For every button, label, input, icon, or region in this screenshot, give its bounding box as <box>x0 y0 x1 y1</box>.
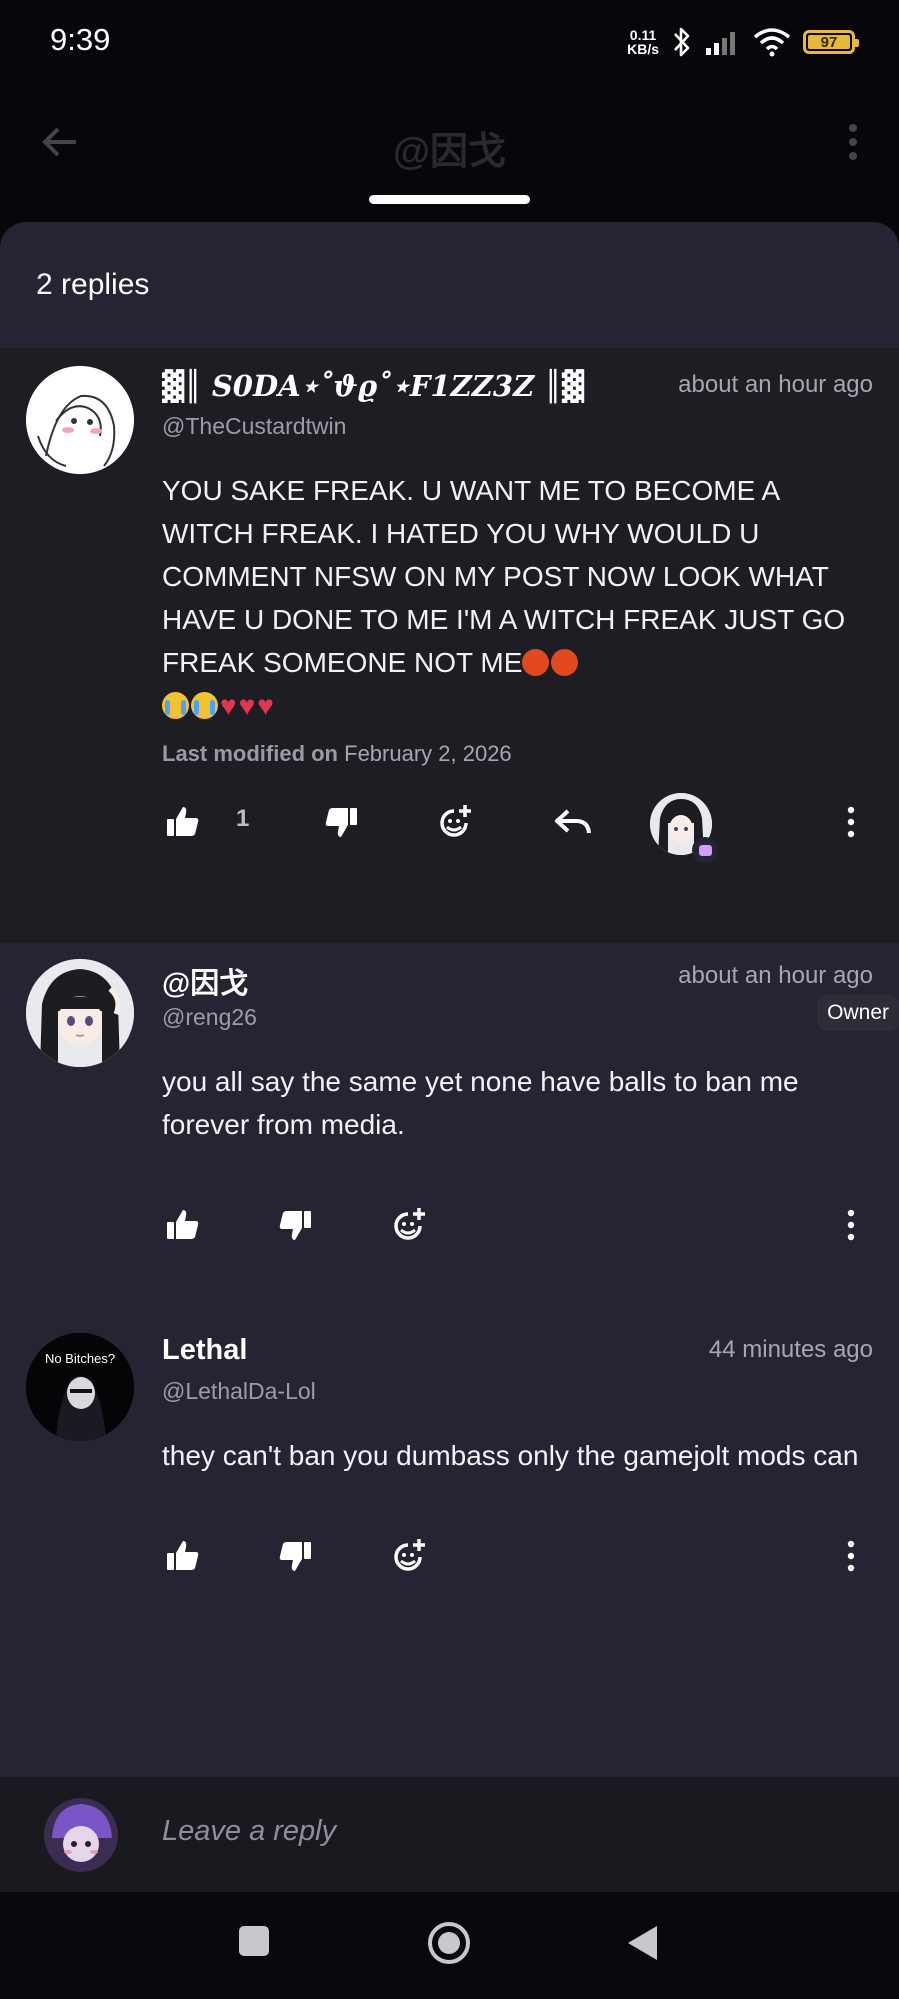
avatar-caption: No Bitches? <box>45 1351 115 1366</box>
comment-header: @因戈 about an hour ago <box>162 960 873 1002</box>
reply-arrow-icon <box>555 809 591 834</box>
comment-actions <box>162 1170 873 1280</box>
comment-body: YOU SAKE FREAK. U WANT ME TO BECOME A WI… <box>162 469 873 727</box>
status-bar: 9:39 0.11 KB/s 97 <box>0 0 899 80</box>
reply-button[interactable] <box>554 803 592 841</box>
comment-item: No Bitches? Lethal 44 minutes ago @Letha… <box>0 1319 899 1699</box>
comment-timestamp: about an hour ago <box>678 962 873 989</box>
like-button[interactable] <box>164 803 202 841</box>
more-menu-icon[interactable] <box>847 122 859 162</box>
add-reaction-button[interactable] <box>436 803 474 841</box>
more-vertical-icon <box>847 806 855 838</box>
author-handle[interactable]: @reng26 <box>162 1004 873 1038</box>
reply-bar: Leave a reply <box>0 1777 899 1892</box>
author-handle[interactable]: @LethalDa-Lol <box>162 1378 873 1412</box>
reply-input[interactable]: Leave a reply <box>162 1815 336 1848</box>
more-vertical-icon <box>847 1540 855 1572</box>
author-name[interactable]: ▓║ S0DA⋆˚ϑϱ˚⋆F1ZZ3Z ║▓ <box>162 369 584 403</box>
like-button[interactable] <box>164 1537 202 1575</box>
comment-actions <box>162 1501 873 1611</box>
more-options-button[interactable] <box>832 803 870 841</box>
back-triangle-icon[interactable] <box>625 1924 659 1962</box>
wifi-icon <box>753 28 791 57</box>
comment-timestamp: 44 minutes ago <box>708 1336 873 1363</box>
add-reaction-button[interactable] <box>390 1537 428 1575</box>
avatar[interactable]: No Bitches? <box>26 1333 134 1441</box>
modified-date: February 2, 2026 <box>344 741 512 766</box>
author-name[interactable]: @因戈 <box>162 968 248 1000</box>
comment-text: YOU SAKE FREAK. U WANT ME TO BECOME A WI… <box>162 475 846 678</box>
crying-emoji-icon <box>162 692 189 719</box>
status-icons: 0.11 KB/s 97 <box>627 22 859 62</box>
like-count: 1 <box>236 805 250 832</box>
dislike-button[interactable] <box>276 1537 314 1575</box>
replier-badge-icon <box>692 837 718 863</box>
thumbs-down-icon <box>279 1542 311 1571</box>
more-options-button[interactable] <box>832 1537 870 1575</box>
thumbs-down-icon <box>325 808 357 837</box>
angry-emoji-icon <box>551 649 579 676</box>
add-reaction-button[interactable] <box>390 1206 428 1244</box>
thumbs-down-icon <box>279 1211 311 1240</box>
modified-label: Last modified on <box>162 741 338 766</box>
comment-header: ▓║ S0DA⋆˚ϑϱ˚⋆F1ZZ3Z ║▓ about an hour ago <box>162 369 873 411</box>
comment-timestamp: about an hour ago <box>678 371 873 398</box>
status-time: 9:39 <box>50 22 111 57</box>
comment-item: @因戈 about an hour ago @reng26 Owner you … <box>0 943 899 1319</box>
thumbs-up-icon <box>167 1210 199 1239</box>
network-speed: 0.11 KB/s <box>627 27 659 57</box>
signal-icon <box>706 32 735 55</box>
last-modified: Last modified on February 2, 2026 <box>162 741 873 767</box>
add-reaction-icon <box>394 1208 425 1240</box>
angry-emoji-icon <box>522 649 550 676</box>
battery-level: 97 <box>820 33 838 51</box>
add-reaction-icon <box>394 1539 425 1571</box>
more-vertical-icon <box>847 1209 855 1241</box>
sheet-drag-handle[interactable] <box>369 195 530 204</box>
comment-actions: 1 <box>162 767 873 877</box>
avatar-drawing: No Bitches? <box>26 1333 134 1441</box>
broken-heart-icon: ♥ <box>220 690 237 721</box>
avatar[interactable] <box>26 366 134 474</box>
bluetooth-icon <box>674 27 690 57</box>
comment-body: you all say the same yet none have balls… <box>162 1066 799 1140</box>
system-nav-bar <box>0 1892 899 1999</box>
avatar-drawing <box>26 959 134 1067</box>
more-options-button[interactable] <box>832 1206 870 1244</box>
like-button[interactable] <box>164 1206 202 1244</box>
avatar-drawing <box>26 366 134 474</box>
battery-icon: 97 <box>803 30 859 54</box>
page-title: @因戈 <box>392 131 507 173</box>
home-circle-icon[interactable] <box>426 1920 472 1966</box>
page-header: @因戈 <box>0 100 899 190</box>
dislike-button[interactable] <box>322 803 360 841</box>
avatar-drawing <box>44 1798 118 1872</box>
author-name[interactable]: Lethal <box>162 1334 247 1366</box>
broken-heart-icon: ♥ <box>238 690 256 721</box>
avatar[interactable] <box>26 959 134 1067</box>
comment-body: they can't ban you dumbass only the game… <box>162 1440 859 1471</box>
crying-emoji-icon <box>191 692 218 719</box>
comment-item: ▓║ S0DA⋆˚ϑϱ˚⋆F1ZZ3Z ║▓ about an hour ago… <box>0 348 899 943</box>
author-handle[interactable]: @TheCustardtwin <box>162 413 873 447</box>
thumbs-up-icon <box>167 1541 199 1570</box>
broken-heart-icon: ♥ <box>257 690 274 721</box>
thumbs-up-icon <box>167 807 199 836</box>
add-reaction-icon <box>440 805 471 837</box>
recents-square-icon[interactable] <box>237 1924 271 1958</box>
comment-header: Lethal 44 minutes ago <box>162 1334 873 1376</box>
dislike-button[interactable] <box>276 1206 314 1244</box>
current-user-avatar <box>44 1798 118 1872</box>
replies-count: 2 replies <box>36 268 150 301</box>
owner-badge: Owner <box>817 995 899 1031</box>
replies-sheet: 2 replies ▓║ S0DA⋆˚ϑϱ˚⋆F1ZZ3Z ║▓ about a… <box>0 222 899 1892</box>
